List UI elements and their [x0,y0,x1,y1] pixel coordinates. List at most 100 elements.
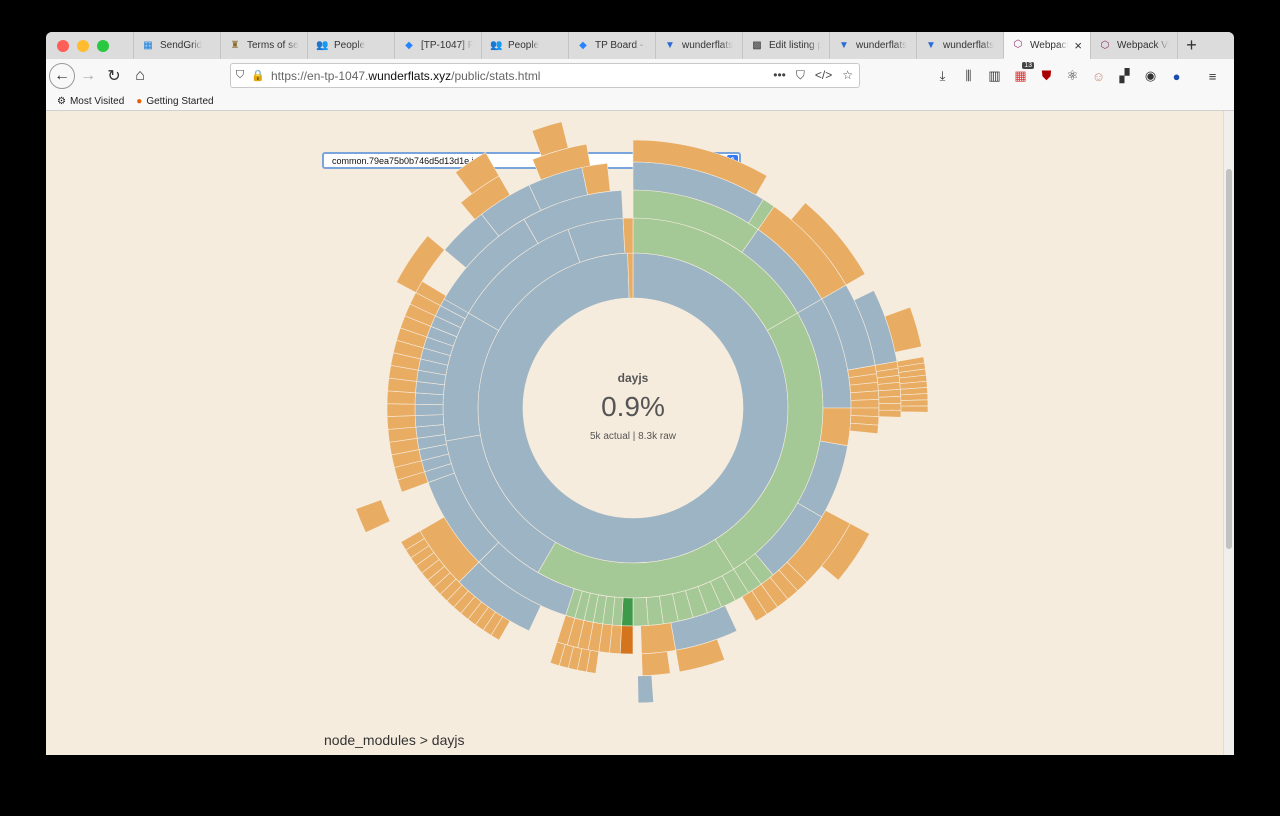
minimize-window-button[interactable] [77,39,89,52]
sunburst-segment[interactable] [878,409,902,418]
reload-button[interactable]: ↻ [101,63,127,89]
sunburst-segment[interactable] [355,499,391,534]
close-window-button[interactable] [57,39,69,52]
sunburst-segment[interactable] [819,407,852,447]
sunburst-segment[interactable] [878,388,902,398]
tab-label: People [334,40,366,51]
home-button[interactable]: ⌂ [127,63,153,89]
sunburst-segment[interactable] [849,422,879,435]
sunburst-segment[interactable] [386,390,416,405]
pocket-icon[interactable]: ⛉ [796,68,805,83]
toolbar-icons: ⤓ ⫼ ▥ ▦ 13 ⛊ ⚛ ☺ ▞ ◉ ● ≡ [934,59,1221,93]
bookmark-label: Getting Started [146,96,214,107]
tab-7[interactable]: ▩ Edit listing p [742,32,829,59]
tab-9[interactable]: ▼ wunderflats [916,32,1003,59]
sunburst-segment[interactable] [395,235,445,293]
sidebar-icon[interactable]: ▥ [986,68,1003,85]
url-text[interactable]: https://en-tp-1047.wunderflats.xyz/publi… [271,69,540,83]
tab-label: Edit listing p [769,40,821,51]
bookmarks-bar: ⚙ Most Visited ● Getting Started [46,93,1234,111]
sunburst-segment[interactable] [878,403,902,411]
library-icon[interactable]: ⫼ [960,68,977,85]
tab-label: Webpack [1030,39,1069,51]
url-actions: ••• ⛉ </> ☆ [773,68,859,83]
react-devtools-icon[interactable]: ⚛ [1064,68,1081,85]
sunburst-segment[interactable] [640,622,677,655]
globe-extension-icon[interactable]: ● [1168,68,1185,85]
navigation-bar: ← → ↻ ⌂ ⛉ 🔒 https://en-tp-1047.wunderfla… [46,59,1234,93]
tab-0[interactable]: ▦ SendGrid [133,32,220,59]
center-info: dayjs 0.9% 5k actual | 8.3k raw [533,371,733,442]
tab-1[interactable]: ♜ Terms of se [220,32,307,59]
sunburst-segment[interactable] [632,597,649,627]
bookmark-getting-started[interactable]: ● Getting Started [136,96,213,107]
tab-5[interactable]: ◆ TP Board - / [568,32,655,59]
module-name: dayjs [617,371,649,385]
extension-red-icon[interactable]: ▦ 13 [1012,61,1034,85]
lock-icon[interactable]: 🔒 [249,69,267,82]
sunburst-segment[interactable] [622,217,634,254]
url-prefix: https://en-tp-1047. [271,68,369,83]
sunburst-segment[interactable] [641,651,671,677]
wunderflats-icon: ▼ [665,39,675,51]
webpack-icon: ⬡ [1013,39,1023,50]
tab-label: Webpack Vi [1117,40,1169,51]
sunburst-segment[interactable] [900,399,929,407]
code-icon[interactable]: </> [815,68,832,83]
page-scrollbar[interactable] [1223,111,1234,755]
download-icon[interactable]: ⤓ [934,68,951,85]
tab-4[interactable]: 👥 People [481,32,568,59]
tab-2[interactable]: 👥 People [307,32,394,59]
tab-label: wunderflats [856,40,908,51]
gear-icon: ⚙ [57,96,66,107]
tab-label: Terms of se [247,40,299,51]
people-icon: 👥 [316,39,329,51]
tab-label: wunderflats [943,40,995,51]
shield-icon[interactable]: ⛉ [231,69,249,82]
tab-8[interactable]: ▼ wunderflats [829,32,916,59]
tab-label: People [508,40,540,51]
sunburst-segment[interactable] [386,403,416,417]
wunderflats-icon: ▼ [839,39,849,51]
tab-11[interactable]: ⬡ Webpack Vi [1090,32,1177,59]
page-content: common.79ea75b0b746d5d13d1e.js ⇕ dayjs 0… [46,111,1234,755]
menu-icon[interactable]: ≡ [1204,68,1221,85]
jira-icon: ◆ [579,39,587,51]
module-sizes: 5k actual | 8.3k raw [590,431,676,442]
sunburst-segment[interactable] [850,407,880,417]
sunburst-segment[interactable] [850,390,880,401]
sendgrid-icon: ▦ [143,39,153,51]
avatar-extension-icon[interactable]: ☺ [1090,68,1107,85]
grid-extension-icon[interactable]: ▞ [1116,68,1133,85]
close-tab-icon[interactable]: × [1074,38,1082,53]
sunburst-segment[interactable] [619,625,634,655]
webpack-icon: ⬡ [1100,39,1110,51]
tab-3[interactable]: ◆ [TP-1047] F [394,32,481,59]
sunburst-segment[interactable] [414,414,445,428]
jira-icon: ◆ [405,39,413,51]
account-icon[interactable]: ◉ [1142,68,1159,85]
bookmark-most-visited[interactable]: ⚙ Most Visited [57,96,124,107]
sunburst-segment[interactable] [900,393,929,401]
more-actions-icon[interactable]: ••• [773,68,786,83]
tab-6[interactable]: ▼ wunderflats [655,32,742,59]
back-button[interactable]: ← [49,63,75,89]
address-bar[interactable]: ⛉ 🔒 https://en-tp-1047.wunderflats.xyz/p… [230,63,860,88]
browser-window: ▦ SendGrid ♜ Terms of se 👥 People ◆ [TP-1047] F… [46,32,1234,755]
url-path: /public/stats.html [451,68,541,83]
scrollbar-thumb[interactable] [1226,169,1232,549]
sunburst-segment[interactable] [900,405,929,413]
sunburst-segment[interactable] [386,415,417,430]
bookmark-star-icon[interactable]: ☆ [842,68,853,83]
forward-button[interactable]: → [75,63,101,89]
sunburst-segment[interactable] [621,597,634,627]
tab-10[interactable]: ⬡ Webpack × [1003,32,1090,59]
new-tab-button[interactable]: + [1177,32,1205,59]
firefox-icon: ● [136,96,143,107]
sunburst-segment[interactable] [850,399,880,409]
zoom-window-button[interactable] [97,39,109,52]
sunburst-segment[interactable] [414,403,444,416]
sunburst-segment[interactable] [878,395,902,405]
sunburst-segment[interactable] [637,675,654,704]
ublock-icon[interactable]: ⛊ [1038,68,1055,85]
